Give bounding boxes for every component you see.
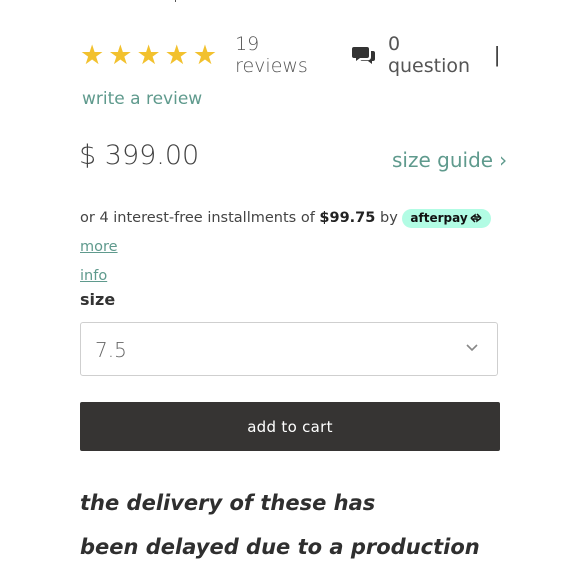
installments-text: or 4 interest-free installments of — [80, 210, 315, 226]
star-icon: ★ — [108, 39, 133, 71]
size-select[interactable]: 7.5 — [80, 322, 498, 376]
write-review-link[interactable]: write a review — [82, 89, 202, 109]
star-icon: ★ — [136, 39, 161, 71]
more-info-link[interactable]: more info — [80, 239, 118, 284]
reviews-count-link[interactable]: 19 reviews — [235, 33, 330, 77]
size-guide-link[interactable]: size guide › — [392, 148, 507, 172]
chevron-down-icon — [465, 341, 479, 355]
afterpay-installments: or 4 interest-free installments of $99.7… — [80, 204, 504, 291]
rating-row: ★ ★ ★ ★ ★ 19 reviews 0 question | — [80, 33, 500, 77]
star-icon: ★ — [80, 39, 105, 71]
notice-line: been delayed due to a production — [80, 535, 480, 559]
size-guide-label: size guide — [392, 148, 494, 172]
star-rating[interactable]: ★ ★ ★ ★ ★ — [80, 42, 217, 69]
chat-bubbles-icon — [351, 45, 376, 65]
size-selected-value: 7.5 — [95, 338, 127, 362]
delivery-delay-notice: the delivery of these has been delayed d… — [80, 481, 520, 569]
questions-count-link[interactable]: 0 question — [388, 33, 480, 77]
chevron-right-icon: › — [499, 148, 508, 172]
more-info-more: more — [80, 239, 118, 255]
star-icon: ★ — [164, 39, 189, 71]
product-price: $ 399.00 — [79, 140, 200, 171]
installment-amount: $99.75 — [319, 210, 376, 226]
afterpay-logo: afterpay — [402, 208, 491, 228]
installments-by: by — [379, 210, 398, 226]
star-icon: ★ — [192, 39, 218, 71]
size-label: size — [80, 290, 116, 309]
divider: | — [494, 42, 500, 67]
afterpay-logo-text: afterpay — [410, 210, 468, 225]
cropped-text-fragment — [175, 0, 182, 2]
add-to-cart-button[interactable]: add to cart — [80, 402, 500, 451]
more-info-info: info — [80, 268, 108, 284]
notice-line: the delivery of these has — [80, 491, 376, 515]
